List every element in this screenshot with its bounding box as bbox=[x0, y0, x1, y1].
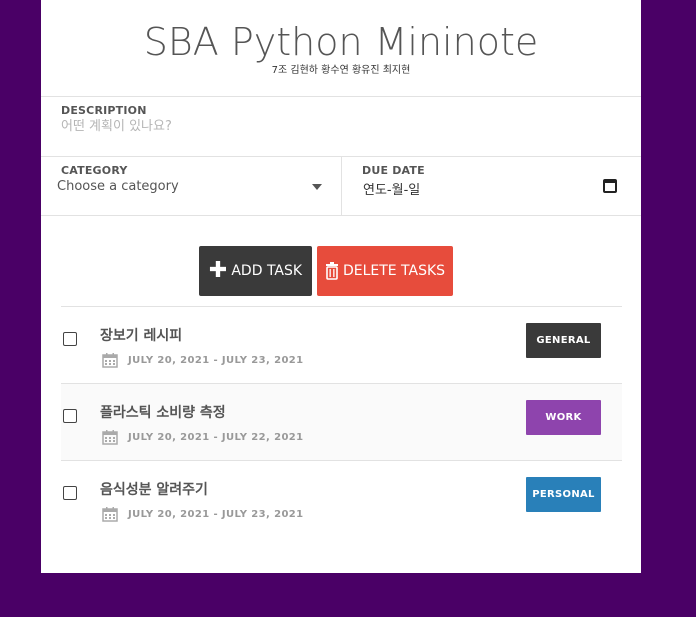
delete-tasks-label: DELETE TASKS bbox=[342, 263, 446, 279]
divider bbox=[41, 215, 641, 216]
task-checkbox[interactable] bbox=[63, 409, 77, 423]
add-task-label: ADD TASK bbox=[231, 263, 303, 279]
category-label: CATEGORY bbox=[61, 164, 128, 177]
calendar-icon bbox=[102, 352, 118, 372]
category-select[interactable]: Choose a category bbox=[57, 179, 327, 197]
calendar-icon bbox=[102, 506, 118, 526]
category-badge: PERSONAL bbox=[526, 477, 601, 512]
task-item: 장보기 레시피 JULY 20, 2021 - JULY 23, 2021 GE… bbox=[61, 307, 622, 384]
task-checkbox[interactable] bbox=[63, 486, 77, 500]
task-title: 음식성분 알려주기 bbox=[100, 482, 208, 498]
category-badge: WORK bbox=[526, 400, 601, 435]
task-date-range: JULY 20, 2021 - JULY 23, 2021 bbox=[128, 509, 304, 520]
plus-icon: ✚ bbox=[208, 258, 228, 283]
description-input[interactable] bbox=[61, 119, 621, 134]
description-label: DESCRIPTION bbox=[61, 104, 147, 117]
add-task-button[interactable]: ✚ ADD TASK bbox=[199, 246, 312, 296]
calendar-picker-icon[interactable] bbox=[603, 179, 617, 193]
app-title: SBA Python Mininote bbox=[143, 20, 539, 64]
task-title: 장보기 레시피 bbox=[100, 328, 183, 344]
task-date-range: JULY 20, 2021 - JULY 23, 2021 bbox=[128, 355, 304, 366]
app-subtitle: 7조 김현하 황수연 황유진 최지현 bbox=[271, 65, 411, 76]
task-item: 음식성분 알려주기 JULY 20, 2021 - JULY 23, 2021 … bbox=[61, 461, 622, 538]
todo-card: SBA Python Mininote 7조 김현하 황수연 황유진 최지현 D… bbox=[41, 0, 641, 573]
calendar-icon bbox=[102, 429, 118, 449]
divider bbox=[41, 96, 641, 97]
category-badge: GENERAL bbox=[526, 323, 601, 358]
task-checkbox[interactable] bbox=[63, 332, 77, 346]
due-date-input[interactable]: 연도-월-일 bbox=[363, 179, 420, 198]
task-title: 플라스틱 소비량 측정 bbox=[100, 405, 226, 421]
delete-tasks-button[interactable]: DELETE TASKS bbox=[317, 246, 453, 296]
trash-icon bbox=[325, 262, 339, 280]
task-date-range: JULY 20, 2021 - JULY 22, 2021 bbox=[128, 432, 304, 443]
chevron-down-icon[interactable] bbox=[312, 184, 322, 190]
due-date-label: DUE DATE bbox=[362, 164, 425, 177]
task-item: 플라스틱 소비량 측정 JULY 20, 2021 - JULY 22, 202… bbox=[61, 384, 622, 461]
divider bbox=[341, 157, 342, 215]
